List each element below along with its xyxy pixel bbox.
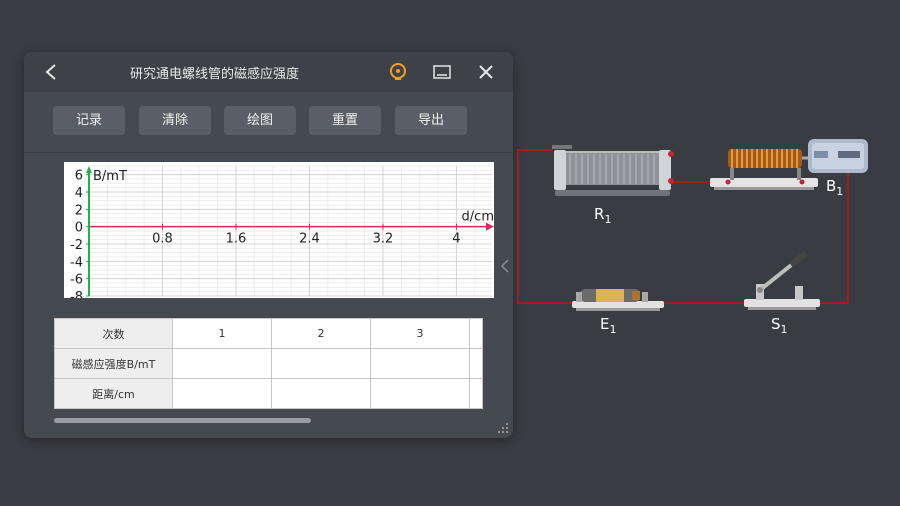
rheostat-label: R1: [594, 205, 612, 226]
battery-label: E1: [600, 315, 617, 336]
magnetic-sensor-b1[interactable]: [710, 139, 868, 190]
circuit-diagram: [517, 139, 868, 311]
sensor-label: B1: [826, 177, 844, 198]
battery-e1[interactable]: [572, 289, 664, 311]
switch-label: S1: [771, 315, 788, 336]
rheostat-r1[interactable]: [552, 145, 674, 196]
switch-s1[interactable]: [744, 250, 820, 310]
